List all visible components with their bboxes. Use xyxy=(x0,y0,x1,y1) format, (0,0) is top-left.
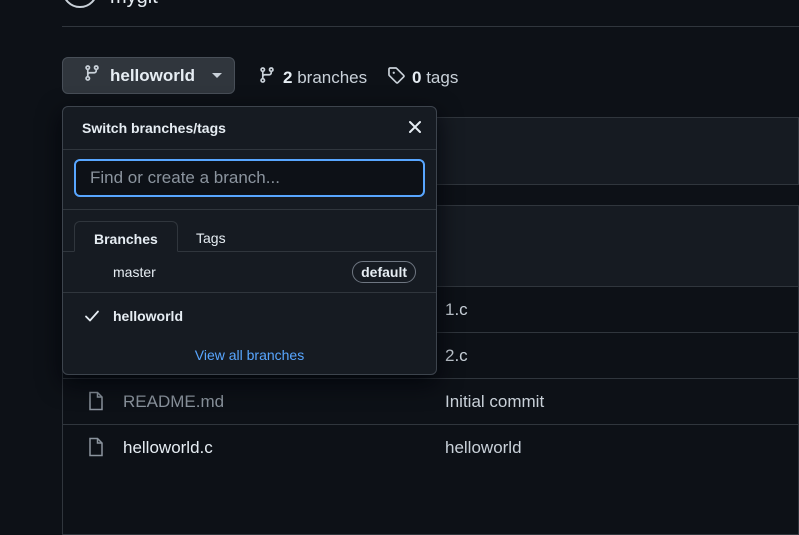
branch-item-master[interactable]: master default xyxy=(63,251,436,293)
avatar xyxy=(62,0,98,8)
table-row[interactable]: README.md Initial commit xyxy=(63,378,799,424)
branch-item-label: helloworld xyxy=(113,308,183,324)
table-row[interactable]: helloworld.c helloworld xyxy=(63,424,799,470)
tags-label: tags xyxy=(426,67,459,87)
branch-item-helloworld[interactable]: helloworld xyxy=(63,295,436,337)
file-icon xyxy=(88,437,104,460)
tags-count: 0 xyxy=(412,67,422,87)
tab-tags[interactable]: Tags xyxy=(177,221,245,252)
default-badge: default xyxy=(352,261,416,283)
commit-message[interactable]: 1.c xyxy=(445,300,468,320)
git-branch-icon xyxy=(83,64,101,87)
branch-switcher-dropdown: Switch branches/tags Branches Tags maste… xyxy=(62,106,437,375)
branches-link[interactable]: 2 branches xyxy=(258,66,367,89)
commit-message[interactable]: helloworld xyxy=(445,438,522,458)
repo-title[interactable]: mygit xyxy=(110,0,158,9)
commit-message[interactable]: Initial commit xyxy=(445,392,544,412)
dropdown-header: Switch branches/tags xyxy=(63,107,436,150)
git-branch-icon xyxy=(258,66,276,89)
tab-branches[interactable]: Branches xyxy=(74,221,178,252)
branches-label: branches xyxy=(297,67,368,87)
divider xyxy=(62,26,799,27)
branch-item-label: master xyxy=(113,264,156,280)
dropdown-title: Switch branches/tags xyxy=(82,120,226,136)
dropdown-footer: View all branches xyxy=(63,337,436,373)
view-all-branches-link[interactable]: View all branches xyxy=(195,347,304,363)
branch-button-label: helloworld xyxy=(110,65,195,85)
dropdown-filter xyxy=(63,149,436,210)
tag-icon xyxy=(387,66,405,89)
file-name[interactable]: helloworld.c xyxy=(123,438,213,458)
file-icon xyxy=(88,391,104,414)
branch-search-input[interactable] xyxy=(74,159,425,197)
tags-link[interactable]: 0 tags xyxy=(387,66,458,89)
commit-message[interactable]: 2.c xyxy=(445,346,468,366)
branches-count: 2 xyxy=(283,67,293,87)
check-icon xyxy=(84,308,100,327)
file-name[interactable]: README.md xyxy=(123,392,224,412)
caret-down-icon xyxy=(212,73,222,78)
dropdown-tabs: Branches Tags xyxy=(63,209,436,252)
close-icon[interactable] xyxy=(406,118,424,136)
branch-select-button[interactable]: helloworld xyxy=(62,57,235,94)
